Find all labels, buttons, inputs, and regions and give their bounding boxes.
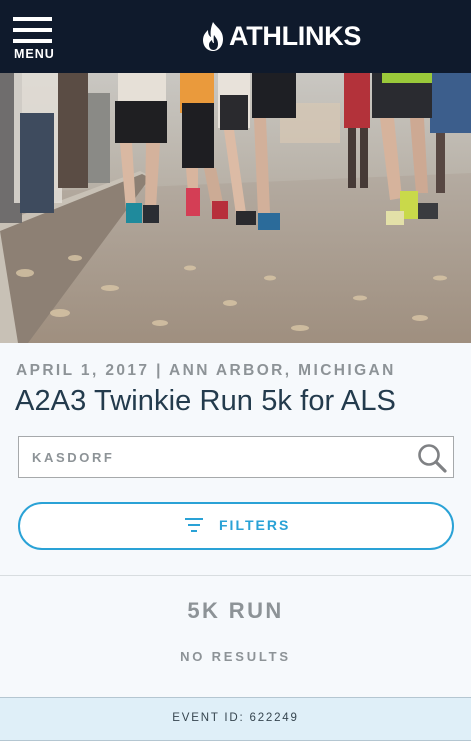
athlinks-logo[interactable]: ATHLINKS [202,20,361,52]
filters-button[interactable]: FILTERS [18,502,454,550]
filter-icon [185,518,203,532]
menu-button[interactable]: MENU [13,16,55,62]
hero-image [0,73,471,343]
filters-button-content: FILTERS [185,517,290,533]
event-id: EVENT ID: 622249 [172,712,299,724]
search-icon[interactable] [417,443,447,473]
race-name: 5K RUN [187,598,284,623]
no-results-message: NO RESULTS [180,649,291,664]
event-title: A2A3 Twinkie Run 5k for ALS [15,385,396,417]
results-section: 5K RUN NO RESULTS [0,575,471,697]
event-details-panel: APRIL 1, 2017 | ANN ARBOR, MICHIGAN A2A3… [0,343,471,575]
search-input[interactable] [19,437,409,477]
menu-label: MENU [14,47,55,61]
top-navigation-bar: MENU ATHLINKS [0,0,471,73]
event-date-location: APRIL 1, 2017 | ANN ARBOR, MICHIGAN [16,362,396,379]
flame-logo-icon [203,21,223,51]
filters-label: FILTERS [219,517,291,533]
event-id-bar: EVENT ID: 622249 [0,697,471,741]
logo-text: ATHLINKS [229,20,362,51]
hamburger-menu-icon [13,16,53,46]
runners-photo [0,73,471,343]
search-box [18,436,454,478]
